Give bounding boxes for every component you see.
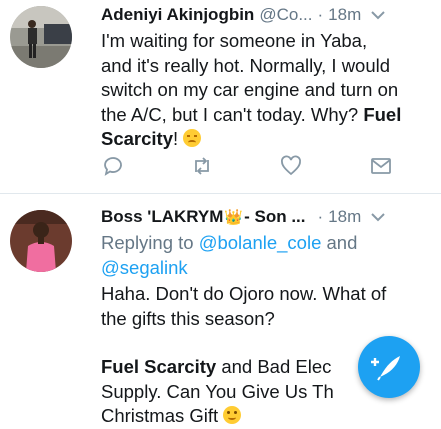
- author-name[interactable]: Boss 'LAKRYM: [101, 207, 223, 227]
- reply-icon[interactable]: [101, 154, 125, 178]
- mention-link[interactable]: @segalink: [101, 257, 188, 278]
- retweet-icon[interactable]: [190, 154, 214, 178]
- compose-tweet-button[interactable]: [358, 336, 420, 398]
- compose-feather-icon: [371, 356, 400, 381]
- author-name-suffix[interactable]: - Son ...: [244, 207, 305, 227]
- crown-emoji: 👑: [224, 209, 244, 226]
- like-icon[interactable]: [279, 154, 303, 178]
- mention-link[interactable]: @bolanle_cole: [199, 232, 322, 253]
- chevron-down-icon[interactable]: [371, 7, 385, 23]
- author-handle[interactable]: @Co...: [259, 5, 312, 25]
- separator-dot: ·: [317, 207, 324, 226]
- direct-message-icon[interactable]: [369, 154, 393, 178]
- author-name[interactable]: Adeniyi Akinjogbin: [101, 5, 254, 25]
- tweet-1[interactable]: Adeniyi Akinjogbin @Co... · 18m I'm wait…: [0, 0, 441, 190]
- unamused-face-emoji: [183, 129, 202, 147]
- timestamp[interactable]: 18m: [328, 207, 361, 227]
- timestamp[interactable]: 18m: [328, 5, 361, 25]
- replying-to: Replying to @bolanle_cole and: [101, 232, 358, 253]
- chevron-down-icon[interactable]: [371, 209, 385, 225]
- smiling-face-emoji: [223, 406, 242, 424]
- avatar[interactable]: [10, 6, 72, 68]
- separator-dot: ·: [317, 5, 324, 24]
- tweet-text: I'm waiting for someone in Yaba, and it'…: [101, 30, 402, 149]
- avatar[interactable]: [10, 210, 72, 272]
